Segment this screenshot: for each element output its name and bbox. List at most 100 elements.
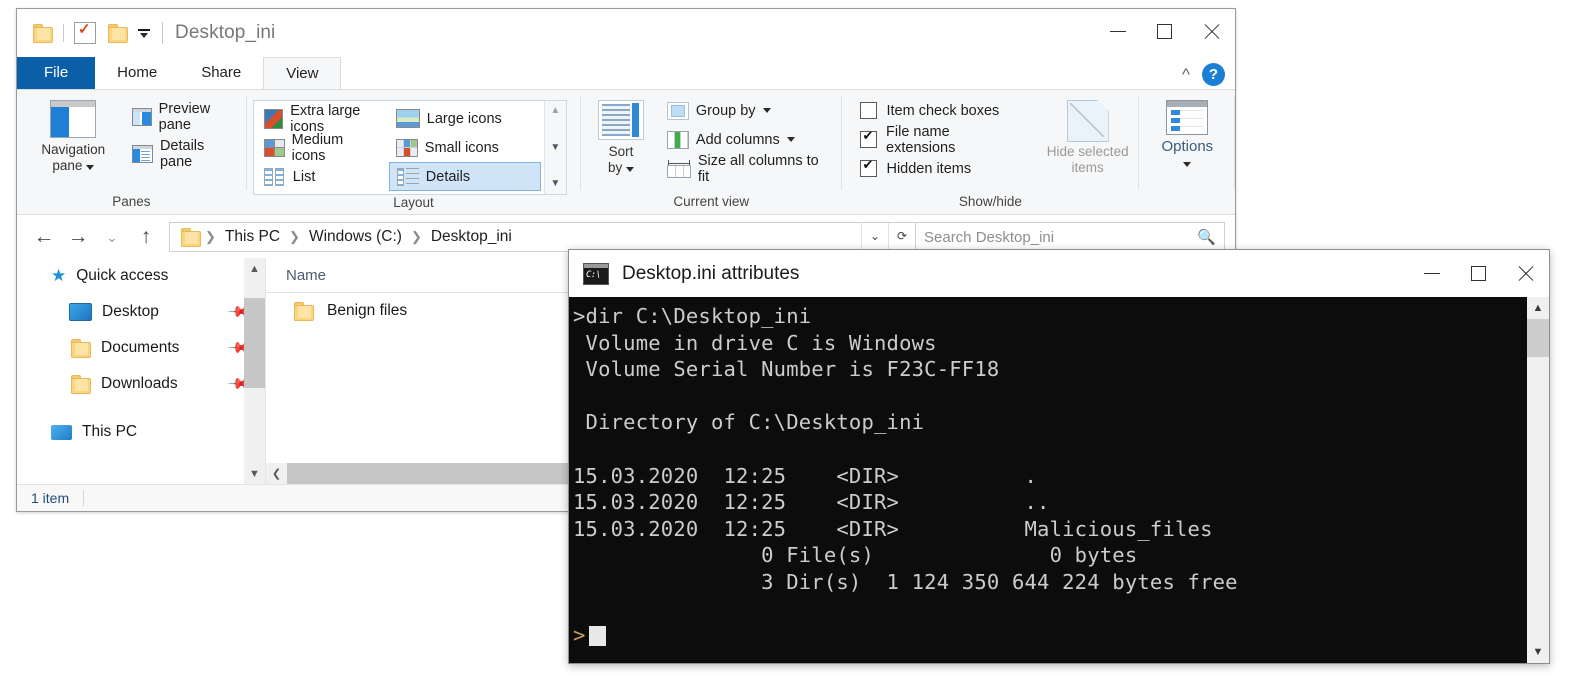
scroll-up-icon[interactable]: ▲ (550, 106, 560, 116)
folder-icon (292, 302, 314, 321)
navigation-pane-scrollbar[interactable]: ▲ ▼ (244, 258, 265, 484)
console-prompt-line[interactable]: > (573, 622, 1526, 649)
options-button[interactable]: Options (1141, 96, 1233, 171)
breadcrumb[interactable]: ❯ This PC ❯ Windows (C:) ❯ Desktop_ini ⌄… (169, 222, 916, 252)
layout-extra-large-icons[interactable]: Extra large icons (257, 102, 383, 135)
preview-pane-icon (131, 107, 152, 126)
console-minimize-button[interactable] (1408, 250, 1455, 297)
sidebar-item-quick-access[interactable]: ★ Quick access (17, 258, 265, 294)
details-pane-label: Details pane (159, 137, 205, 170)
scroll-down-button[interactable]: ▼ (1527, 641, 1549, 663)
navigation-pane-label-line2: pane (52, 158, 83, 173)
scrollbar-thumb[interactable] (244, 298, 265, 388)
refresh-icon[interactable]: ⟳ (888, 223, 915, 249)
breadcrumb-windows-c[interactable]: Windows (C:) (304, 228, 407, 246)
layout-small-icons[interactable]: Small icons (389, 133, 541, 162)
maximize-button[interactable] (1141, 9, 1188, 53)
close-icon (1203, 23, 1220, 40)
console-close-button[interactable] (1502, 250, 1549, 297)
options-icon (1166, 100, 1209, 135)
forward-button[interactable]: → (61, 220, 95, 254)
search-input[interactable]: Search Desktop_ini 🔍 (916, 222, 1225, 252)
tab-view[interactable]: View (263, 57, 342, 89)
breadcrumb-separator: ❯ (289, 229, 300, 244)
navigation-pane-button[interactable]: Navigation pane (31, 96, 116, 174)
scroll-up-button[interactable]: ▲ (244, 258, 265, 279)
sort-by-icon (598, 100, 645, 140)
breadcrumb-desktop-ini[interactable]: Desktop_ini (426, 228, 517, 246)
customize-quick-access-toolbar-icon[interactable] (138, 28, 150, 38)
details-pane-button[interactable]: Details pane (124, 137, 246, 170)
sort-by-label-line2: by (608, 160, 623, 175)
up-button[interactable]: ↑ (129, 220, 163, 254)
group-by-label: Group by (695, 102, 756, 119)
back-button[interactable]: ← (27, 220, 61, 254)
console-body[interactable]: >dir C:\Desktop_ini Volume in drive C is… (569, 297, 1549, 663)
sidebar-item-label: Desktop (102, 303, 159, 320)
layout-medium-icons[interactable]: Medium icons (257, 132, 383, 164)
layout-list[interactable]: List (257, 162, 383, 191)
sidebar-item-desktop[interactable]: Desktop 📌 (17, 294, 265, 330)
console-output[interactable]: >dir C:\Desktop_ini Volume in drive C is… (569, 297, 1526, 663)
hidden-items-row[interactable]: Hidden items (856, 154, 1023, 183)
item-check-boxes-checkbox[interactable] (860, 102, 878, 119)
sidebar-item-downloads[interactable]: Downloads 📌 (17, 366, 265, 402)
layout-gallery-scrollbar[interactable]: ▲ ▼ ▼ (543, 101, 566, 194)
breadcrumb-this-pc[interactable]: This PC (220, 228, 285, 246)
console-icon-text: C:\ (586, 270, 601, 280)
breadcrumb-separator: ❯ (205, 229, 216, 244)
window-title: Desktop_ini (175, 22, 276, 43)
tab-share[interactable]: Share (179, 57, 263, 89)
scroll-left-button[interactable]: ❮ (266, 467, 287, 480)
breadcrumb-dropdown-icon[interactable]: ⌄ (861, 223, 888, 249)
tab-file[interactable]: File (17, 57, 96, 89)
minimize-icon (1423, 273, 1440, 274)
new-folder-icon[interactable] (106, 24, 128, 43)
group-label-options (1139, 209, 1234, 214)
divider (1234, 96, 1235, 190)
layout-large-icons[interactable]: Large icons (389, 104, 541, 133)
layout-label: Small icons (424, 139, 499, 156)
file-name-extensions-row[interactable]: File name extensions (856, 124, 1023, 156)
checkbox-properties-icon[interactable] (74, 20, 96, 44)
scroll-up-button[interactable]: ▲ (1527, 297, 1549, 319)
hidden-items-checkbox[interactable] (860, 157, 878, 177)
maximize-icon (1157, 23, 1172, 39)
size-all-columns-button[interactable]: Size all columns to fit (659, 153, 842, 185)
chevron-down-icon (1183, 162, 1192, 167)
group-by-button[interactable]: Group by (659, 96, 842, 125)
item-check-boxes-row[interactable]: Item check boxes (856, 96, 1023, 125)
folder-icon (69, 375, 91, 394)
sidebar-item-documents[interactable]: Documents 📌 (17, 330, 265, 366)
console-scrollbar[interactable]: ▲ ▼ (1526, 297, 1549, 663)
console-maximize-button[interactable] (1455, 250, 1502, 297)
close-button[interactable] (1188, 9, 1235, 53)
hide-selected-items-button[interactable]: Hide selected items (1037, 96, 1138, 176)
add-columns-button[interactable]: Add columns (659, 125, 842, 154)
layout-details[interactable]: Details (388, 162, 541, 191)
explorer-window-controls (1094, 9, 1235, 53)
sidebar-item-this-pc[interactable]: This PC (17, 414, 265, 450)
divider (83, 490, 85, 506)
recent-locations-button[interactable]: ⌄ (95, 220, 129, 254)
gallery-expand-icon[interactable]: ▼ (550, 179, 560, 189)
help-button[interactable]: ? (1202, 63, 1225, 86)
chevron-up-icon[interactable]: ^ (1182, 65, 1190, 85)
folder-icon[interactable] (31, 24, 53, 43)
folder-icon (179, 228, 201, 247)
sort-by-button[interactable]: Sort by (589, 96, 653, 176)
scrollbar-thumb[interactable] (1527, 319, 1549, 357)
scroll-down-button[interactable]: ▼ (244, 463, 265, 484)
preview-pane-button[interactable]: Preview pane (124, 101, 246, 133)
add-columns-icon (666, 130, 689, 149)
scroll-down-icon[interactable]: ▼ (550, 142, 560, 153)
tab-home[interactable]: Home (95, 57, 179, 89)
search-icon[interactable]: 🔍 (1197, 228, 1216, 246)
file-name-extensions-checkbox[interactable] (860, 128, 878, 148)
sidebar-item-label: This PC (82, 423, 138, 440)
minimize-button[interactable] (1094, 9, 1141, 53)
column-header-name[interactable]: Name (266, 267, 326, 284)
layout-label: Extra large icons (290, 102, 361, 135)
